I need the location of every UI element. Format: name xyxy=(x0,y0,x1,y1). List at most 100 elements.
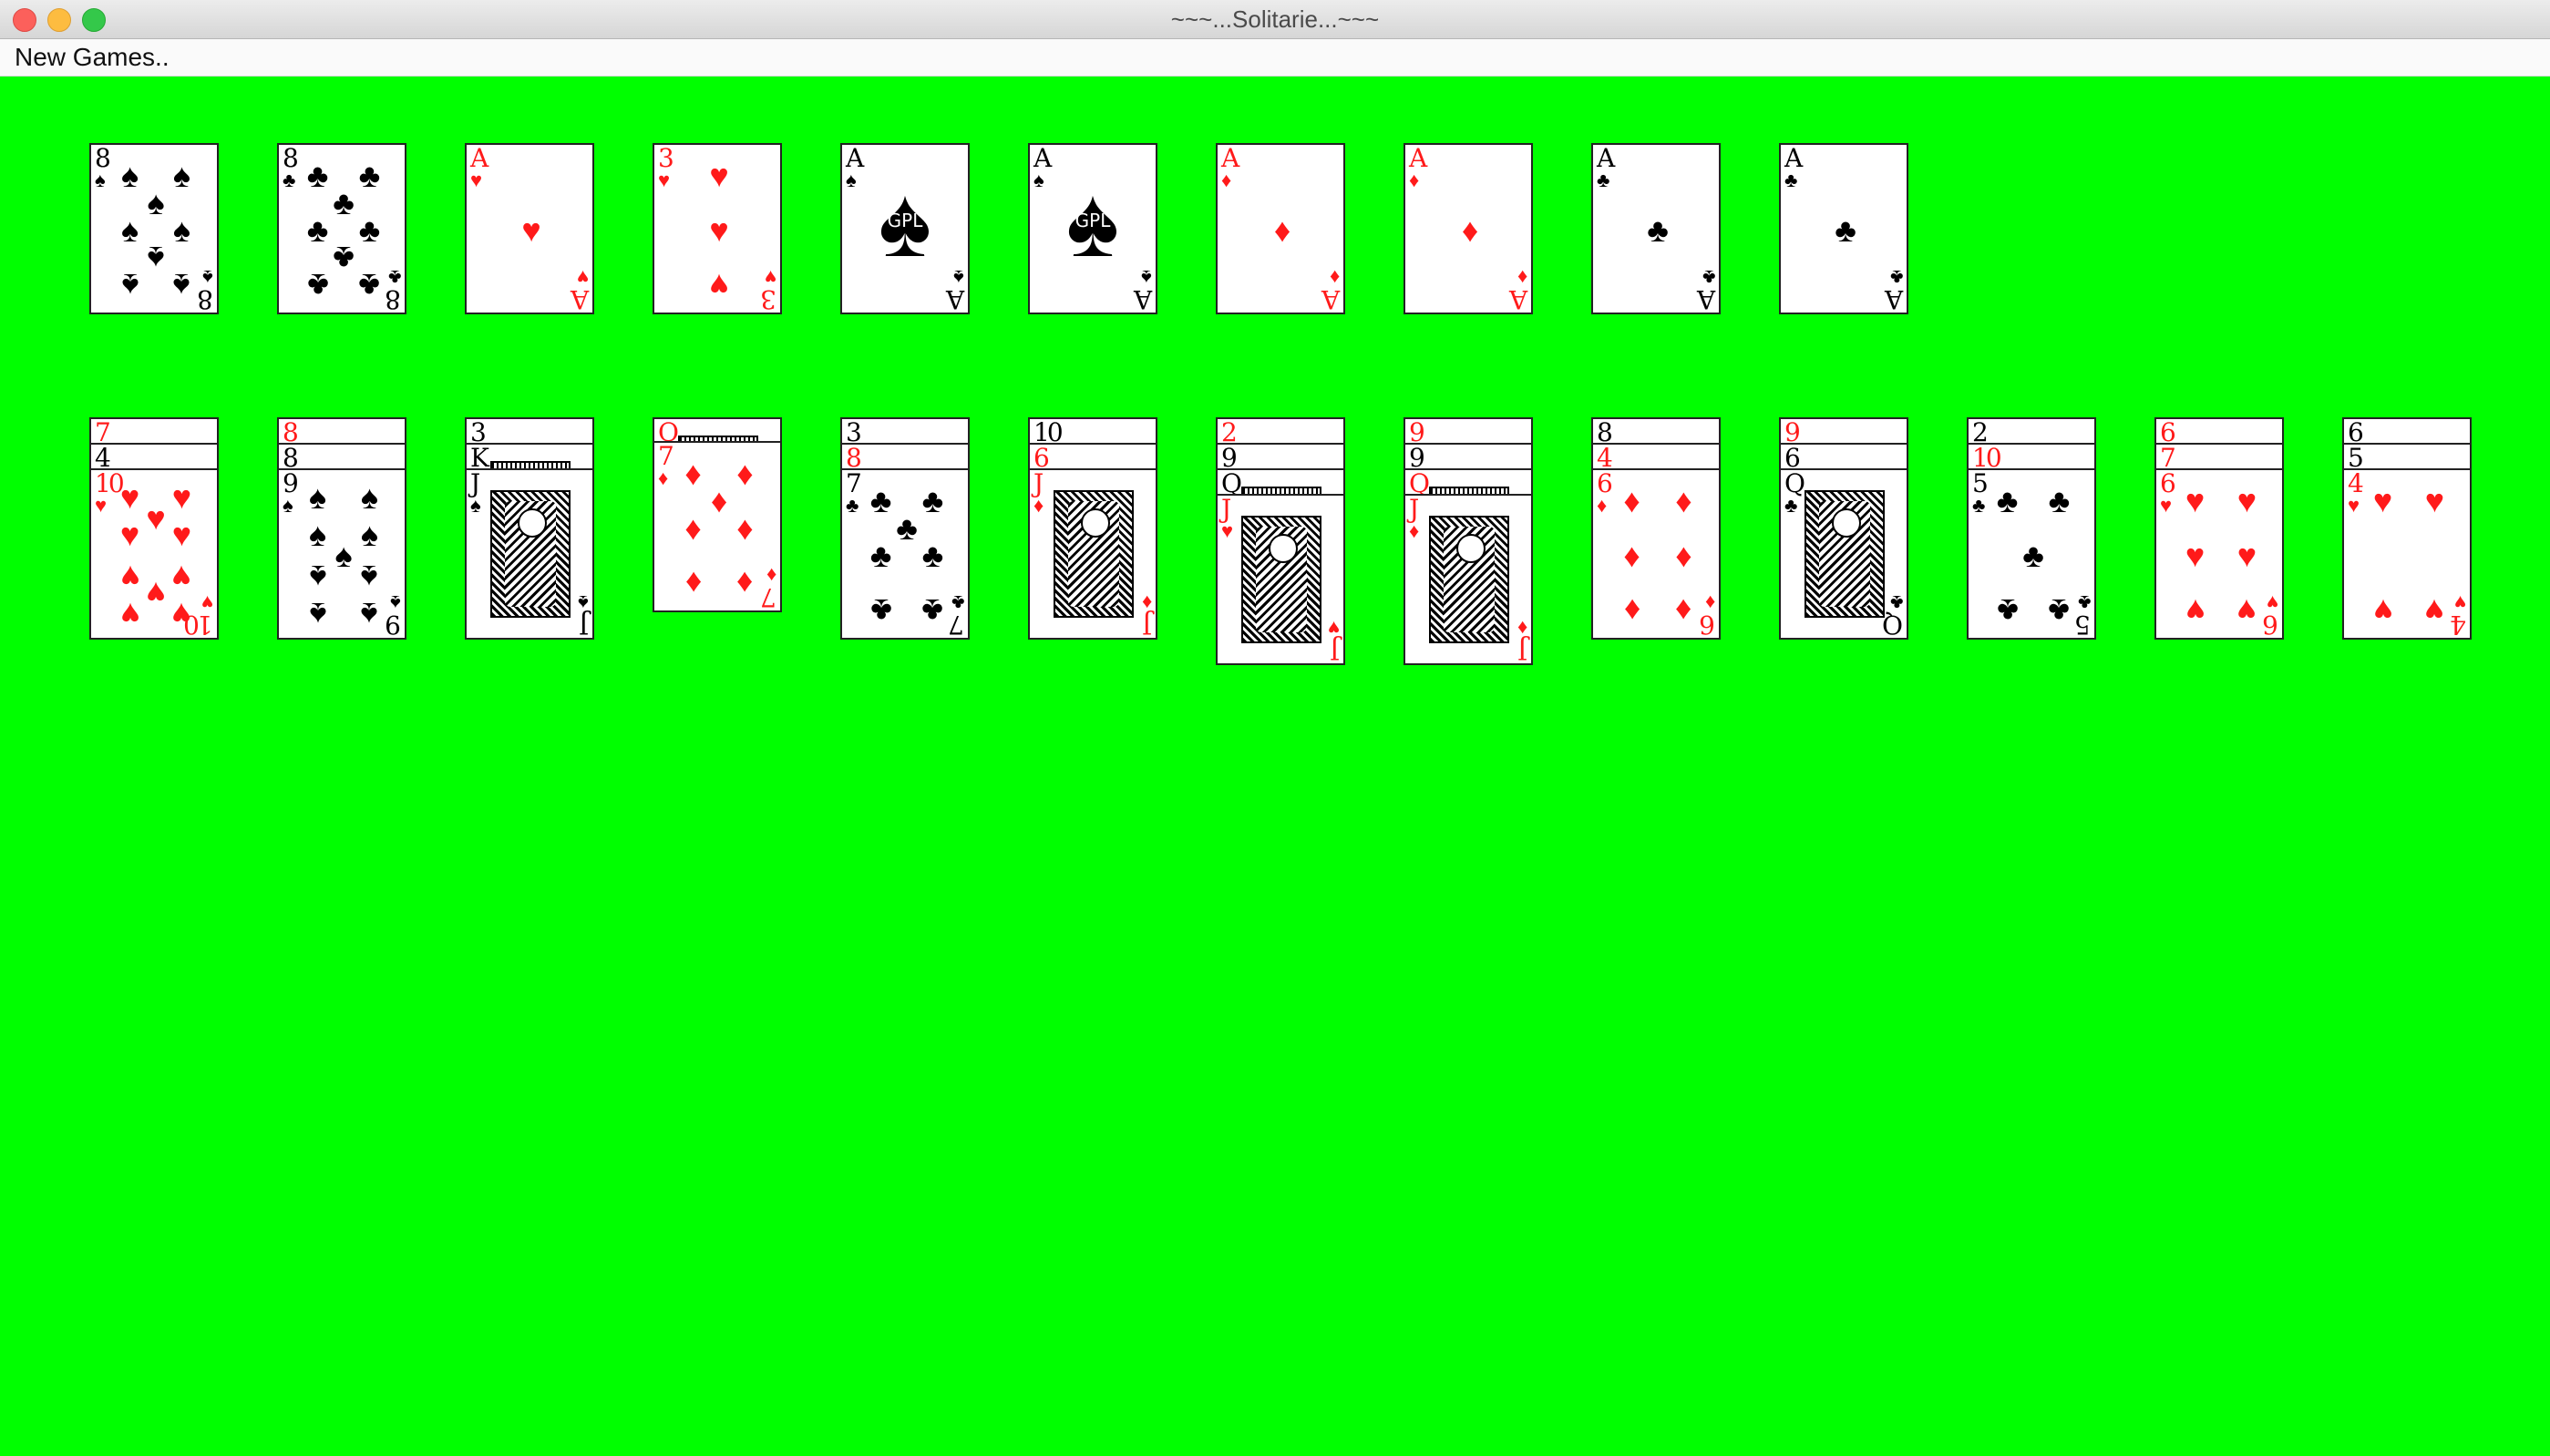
foundation-card[interactable]: 3 ♥ 3 ♥ ♥ ♥ ♥ xyxy=(653,143,782,314)
diamond-icon: ♦ xyxy=(736,509,754,547)
tableau-top-card[interactable]: 5 ♣ 5 ♣ ♣ ♣ ♣ ♣ ♣ xyxy=(1967,468,2096,640)
diamond-icon: ♦ xyxy=(1597,494,1608,517)
card-rank-bottom: 9 xyxy=(387,610,401,640)
heart-icon: ♥ xyxy=(2372,592,2393,631)
club-icon: ♣ xyxy=(306,267,329,305)
spade-icon: ♠ xyxy=(846,169,857,191)
heart-icon: ♥ xyxy=(2185,537,2206,574)
card-rank-bottom: A xyxy=(1136,284,1152,314)
face-card-art xyxy=(1429,516,1509,643)
diamond-icon: ♦ xyxy=(1409,519,1420,542)
heart-icon: ♥ xyxy=(658,169,671,191)
tableau-top-card[interactable]: 6 ♦ 6 ♦ ♦ ♦ ♦ ♦ ♦ ♦ xyxy=(1591,468,1721,640)
foundation-card[interactable]: 8 ♣ 8 ♣ ♣ ♣ ♣ ♣ ♣ ♣ ♣ ♣ xyxy=(277,143,406,314)
club-icon: ♣ xyxy=(358,267,381,305)
spade-icon: ♠ xyxy=(121,267,139,305)
heart-icon: ♥ xyxy=(709,267,729,305)
tableau-top-card[interactable]: Q ♣ Q ♣ xyxy=(1779,468,1908,640)
foundation-card[interactable]: A ♣ A ♣ ♣ xyxy=(1591,143,1721,314)
tableau-top-card[interactable]: 7 ♣ 7 ♣ ♣ ♣ ♣ ♣ ♣ ♣ ♣ xyxy=(840,468,970,640)
club-icon: ♣ xyxy=(1835,211,1856,249)
heart-icon: ♥ xyxy=(764,266,776,289)
diamond-icon: ♦ xyxy=(1623,537,1640,574)
face-card-art xyxy=(1241,516,1321,643)
face-card-art xyxy=(490,490,571,618)
card-rank-bottom: 6 xyxy=(2265,610,2278,640)
tableau-top-card[interactable]: 6 ♥ 6 ♥ ♥ ♥ ♥ ♥ ♥ ♥ xyxy=(2154,468,2284,640)
heart-icon: ♥ xyxy=(95,494,108,517)
diamond-icon: ♦ xyxy=(1329,266,1340,289)
tableau-top-card[interactable]: J ♦ J ♦ xyxy=(1028,468,1157,640)
spade-icon: ♠ xyxy=(953,266,964,289)
foundation-card[interactable]: 8 ♠ 8 ♠ ♠ ♠ ♠ ♠ ♠ ♠ ♠ ♠ xyxy=(89,143,219,314)
club-icon: ♣ xyxy=(387,266,401,289)
spade-icon: ♠ xyxy=(309,478,327,517)
tableau-top-card[interactable]: 4 ♥ 4 ♥ ♥ ♥ ♥ ♥ xyxy=(2342,468,2472,640)
card-rank-bottom: A xyxy=(1511,284,1527,314)
window-titlebar: ~~~...Solitarie...~~~ xyxy=(0,0,2550,39)
foundation-card[interactable]: A ♠ A ♠ ♠ GPL xyxy=(840,143,970,314)
heart-icon: ♥ xyxy=(2266,591,2278,614)
tableau-top-card[interactable]: J ♥ J ♥ xyxy=(1216,494,1345,665)
diamond-icon: ♦ xyxy=(684,509,702,547)
spade-icon: ♠ xyxy=(360,558,378,596)
heart-icon: ♥ xyxy=(1327,617,1340,640)
card-rank-bottom: 7 xyxy=(763,582,776,612)
foundation-card[interactable]: A ♦ A ♦ ♦ xyxy=(1404,143,1533,314)
club-icon: ♣ xyxy=(1784,169,1798,191)
diamond-icon: ♦ xyxy=(1675,592,1692,631)
game-table: 8 ♠ 8 ♠ ♠ ♠ ♠ ♠ ♠ ♠ ♠ ♠ 8 ♣ 8 ♣ ♣ ♣ ♣ ♣ ♣ ♣ ♣ ♣ A ♥ A ♥ ♥ 3 ♥ 3 ♥ ♥ ♥ ♥ A ♠ A ♠… xyxy=(0,77,2550,1456)
foundation-card[interactable]: A ♥ A ♥ ♥ xyxy=(465,143,594,314)
heart-icon: ♥ xyxy=(171,516,192,554)
face-card-art xyxy=(1054,490,1134,618)
spade-icon: ♠ xyxy=(309,595,327,633)
club-icon: ♣ xyxy=(1889,591,1903,614)
tableau-top-card[interactable]: 9 ♠ 9 ♠ ♠ ♠ ♠ ♠ ♠ ♠ ♠ ♠ ♠ xyxy=(277,468,406,640)
card-rank-bottom: 4 xyxy=(2452,610,2466,640)
club-icon: ♣ xyxy=(921,592,944,631)
diamond-icon: ♦ xyxy=(1623,481,1640,519)
diamond-icon: ♦ xyxy=(766,564,776,587)
diamond-icon: ♦ xyxy=(1461,211,1479,249)
spade-icon: ♠ xyxy=(360,595,378,633)
card-rank-bottom: A xyxy=(948,284,964,314)
diamond-icon: ♦ xyxy=(1221,169,1232,191)
foundation-card[interactable]: A ♦ A ♦ ♦ xyxy=(1216,143,1345,314)
heart-icon: ♥ xyxy=(2236,481,2257,519)
diamond-icon: ♦ xyxy=(658,467,669,489)
club-icon: ♣ xyxy=(1996,481,2019,519)
menu-bar: New Games.. xyxy=(0,39,2550,77)
heart-icon: ♥ xyxy=(576,266,589,289)
card-rank-bottom: A xyxy=(1323,284,1340,314)
tableau-top-card[interactable]: 7 ♦ 7 ♦ ♦ ♦ ♦ ♦ ♦ ♦ ♦ xyxy=(653,441,782,612)
card-rank-bottom: J xyxy=(1332,635,1340,665)
tableau-top-card[interactable]: 10 ♥ 10 ♥ ♥ ♥ ♥ ♥ ♥ ♥ ♥ ♥ ♥ ♥ xyxy=(89,468,219,640)
gpl-logo-text: GPL xyxy=(887,209,923,231)
heart-icon: ♥ xyxy=(2236,592,2257,631)
foundation-card[interactable]: A ♣ A ♣ ♣ xyxy=(1779,143,1908,314)
club-icon: ♣ xyxy=(1996,592,2019,631)
spade-icon: ♠ xyxy=(578,591,589,614)
foundation-card[interactable]: A ♠ A ♠ ♠ GPL xyxy=(1028,143,1157,314)
heart-icon: ♥ xyxy=(521,211,541,249)
club-icon: ♣ xyxy=(1972,494,1986,517)
card-rank-bottom: A xyxy=(1887,284,1903,314)
club-icon: ♣ xyxy=(283,169,296,191)
diamond-icon: ♦ xyxy=(1033,494,1044,517)
heart-icon: ♥ xyxy=(2160,494,2173,517)
tableau-top-card[interactable]: J ♦ J ♦ xyxy=(1404,494,1533,665)
diamond-icon: ♦ xyxy=(1675,481,1692,519)
card-rank-bottom: J xyxy=(581,610,589,640)
diamond-icon: ♦ xyxy=(1517,266,1527,289)
diamond-icon: ♦ xyxy=(1704,591,1715,614)
tableau-top-card[interactable]: J ♠ J ♠ xyxy=(465,468,594,640)
card-rank-bottom: 5 xyxy=(2077,610,2091,640)
new-games-menu[interactable]: New Games.. xyxy=(15,41,170,74)
diamond-icon: ♦ xyxy=(684,565,702,603)
spade-icon: ♠ xyxy=(95,169,106,191)
heart-icon: ♥ xyxy=(2236,537,2257,574)
club-icon: ♣ xyxy=(1597,169,1610,191)
heart-icon: ♥ xyxy=(2372,481,2393,519)
spade-icon: ♠ xyxy=(390,591,401,614)
spade-icon: ♠ xyxy=(470,494,481,517)
